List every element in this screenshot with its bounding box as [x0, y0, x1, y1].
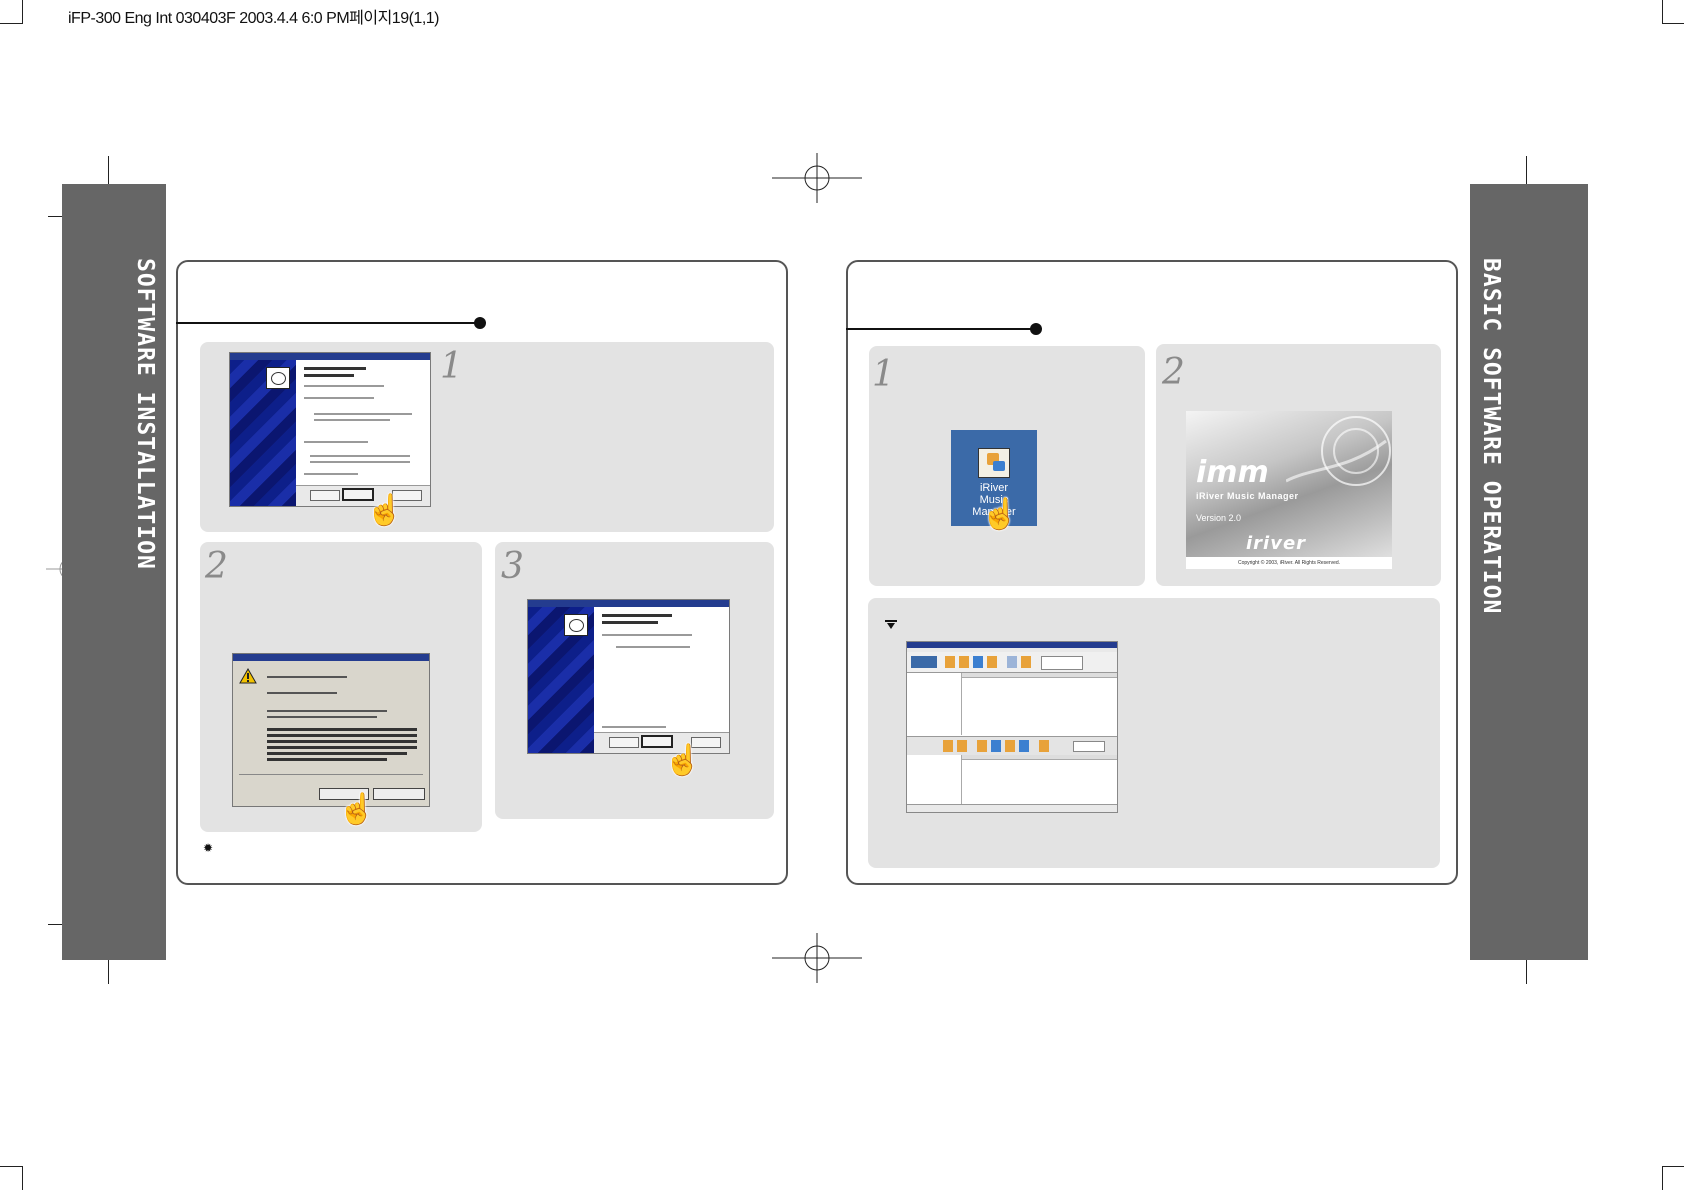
- transfer-toolbar: [907, 736, 1117, 756]
- wizard-logo-icon: [564, 614, 588, 636]
- pointing-hand-icon: ☝: [664, 744, 702, 777]
- print-slug: iFP-300 Eng Int 030403F 2003.4.4 6:0 PM페…: [68, 10, 440, 27]
- app-toolbar: [907, 652, 1117, 673]
- right-step-1-number: 1: [872, 354, 895, 395]
- left-side-title: SOFTWARE INSTALLATION: [132, 258, 158, 570]
- right-side-title: BASIC SOFTWARE OPERATION: [1478, 258, 1504, 615]
- warning-icon: [239, 668, 257, 684]
- splash-copyright: Copyright © 2003, iRiver. All Rights Res…: [1186, 557, 1392, 569]
- registration-mark-bottom: [772, 933, 862, 983]
- found-new-hardware-wizard-screenshot: [229, 352, 431, 507]
- iriver-music-manager-app-screenshot: [906, 641, 1118, 813]
- right-section-rule-dot: [1030, 323, 1042, 335]
- completing-wizard-screenshot: [527, 599, 730, 754]
- splash-product-name: iRiver Music Manager: [1196, 491, 1299, 501]
- iriver-brand-logo: iriver: [1246, 533, 1307, 554]
- step-1-number: 1: [440, 346, 463, 387]
- left-section-rule-dot: [474, 317, 486, 329]
- pointing-hand-icon: ☝: [338, 793, 376, 826]
- bullet-sun-icon: ✹: [203, 841, 214, 855]
- imm-app-icon: [978, 448, 1010, 478]
- right-section-rule: [846, 328, 1036, 330]
- imm-logo: imm: [1196, 455, 1269, 490]
- imm-splash-screen: imm iRiver Music Manager Version 2.0 iri…: [1186, 411, 1392, 569]
- registration-mark-top: [772, 153, 862, 203]
- left-section-rule: [176, 322, 478, 324]
- wizard-logo-icon: [266, 367, 290, 389]
- trumpet-graphic: [1286, 416, 1391, 486]
- shortcut-label-line-1: iRiver: [979, 482, 1009, 494]
- hardware-installation-warning-screenshot: [232, 653, 430, 807]
- pointing-hand-icon: ☝: [981, 498, 1019, 531]
- triangle-down-icon: [885, 620, 897, 629]
- right-step-2-number: 2: [1162, 352, 1185, 393]
- splash-version: Version 2.0: [1196, 513, 1242, 523]
- step-2-number: 2: [205, 546, 228, 587]
- step-3-number: 3: [501, 546, 524, 587]
- pointing-hand-icon: ☝: [366, 494, 404, 527]
